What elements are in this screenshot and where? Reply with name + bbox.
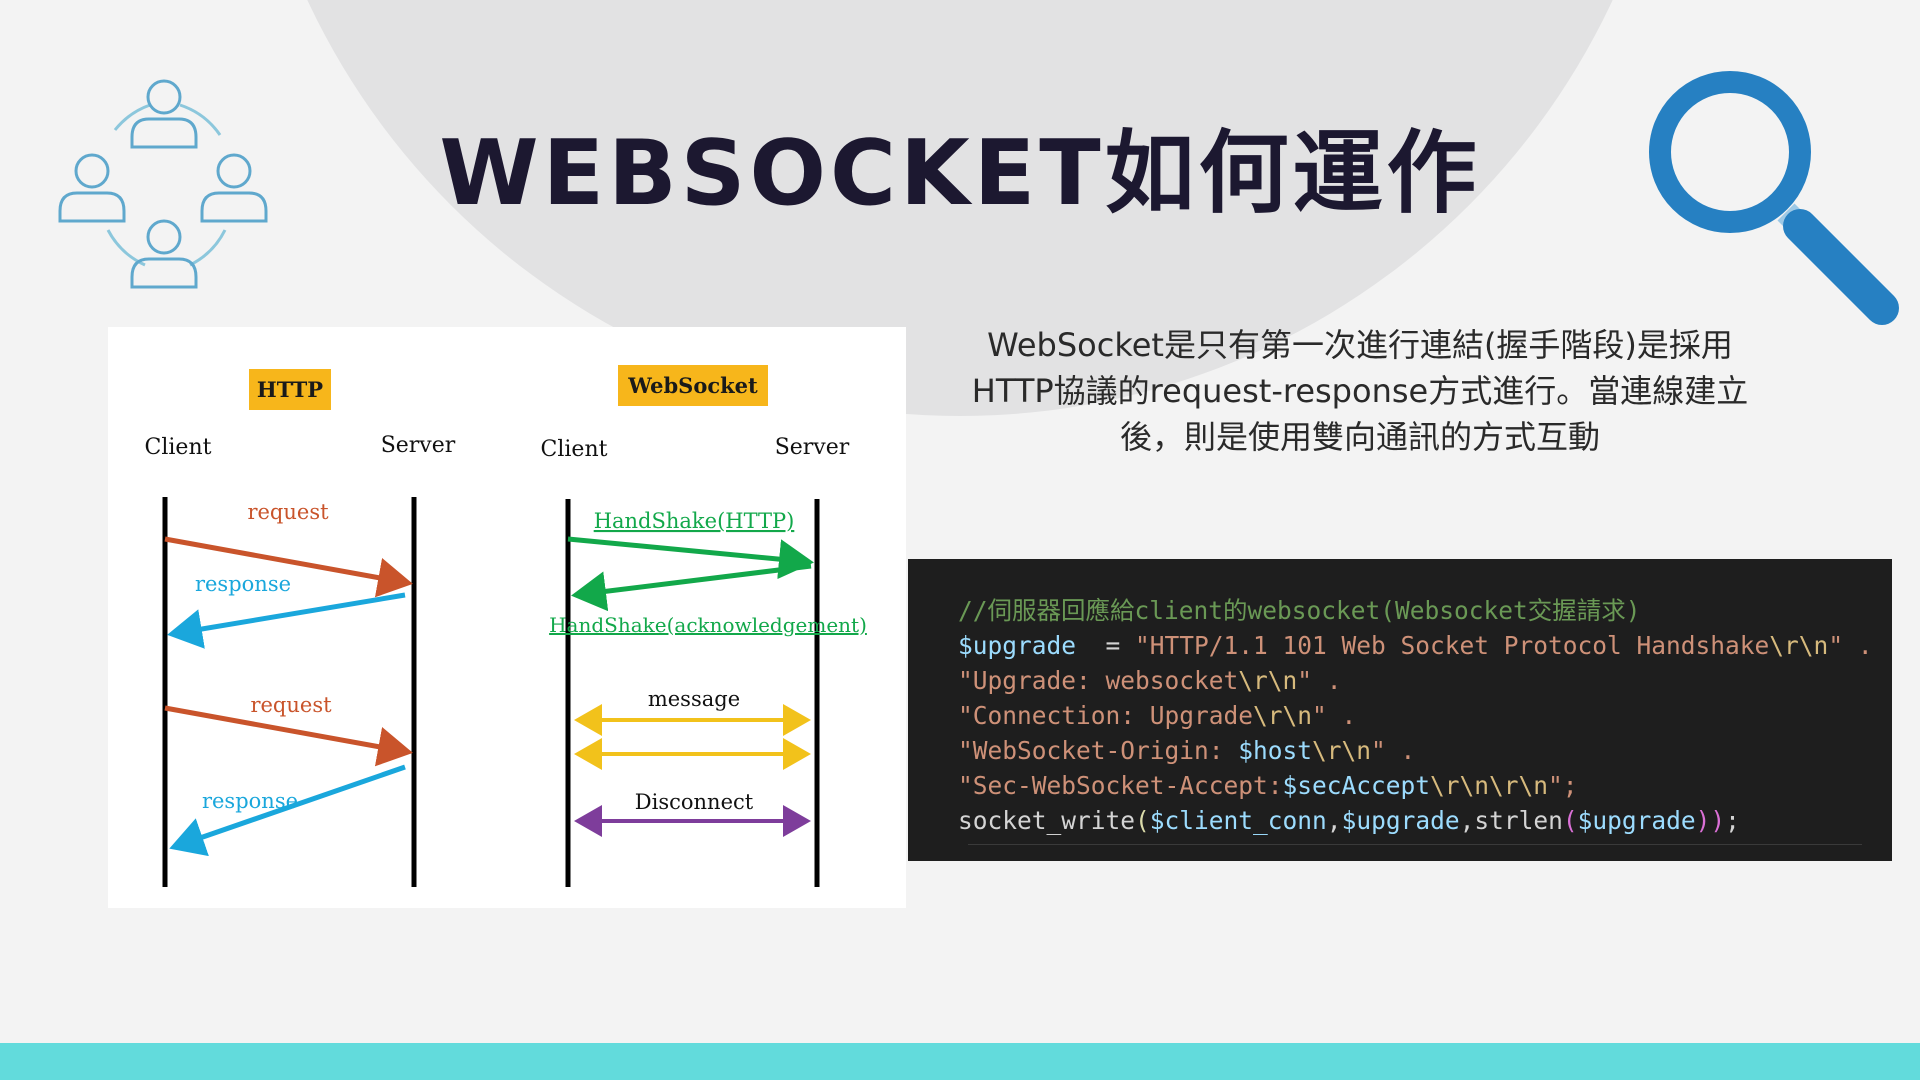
handshake-request-arrow <box>567 536 814 580</box>
message-label: message <box>648 687 740 711</box>
description-text: WebSocket是只有第一次進行連結(握手階段)是採用HTTP協議的reque… <box>971 326 1749 456</box>
page-title: WEBSOCKET如何運作 <box>439 121 1481 226</box>
code-token: "HTTP/1.1 101 Web Socket Protocol Handsh… <box>1135 631 1770 660</box>
http-label: HTTP <box>257 377 323 402</box>
code-token: $upgrade <box>958 631 1077 660</box>
response-arrow-1 <box>167 592 406 649</box>
code-token: \r\n <box>1253 701 1313 730</box>
code-comment: //伺服器回應給client的websocket(Websocket交握請求) <box>958 596 1641 625</box>
code-token: $upgrade <box>1577 806 1696 835</box>
code-token: , <box>1459 806 1475 835</box>
code-token: " . <box>1312 701 1357 730</box>
sequence-diagram-svg: HTTP WebSocket Client Server Client Serv… <box>145 365 867 887</box>
code-token: $upgrade <box>1341 806 1460 835</box>
code-token: $secAccept <box>1282 771 1431 800</box>
http-client-header: Client <box>145 435 212 460</box>
code-divider <box>968 844 1862 845</box>
code-token: )) <box>1695 806 1726 835</box>
ws-client-header: Client <box>541 437 608 462</box>
code-token: ( <box>1135 806 1150 835</box>
code-token: \r\n\r\n <box>1430 771 1549 800</box>
code-token: "Sec-WebSocket-Accept: <box>958 771 1283 800</box>
code-token: " . <box>1371 736 1416 765</box>
websocket-label: WebSocket <box>627 373 758 398</box>
code-token: strlen <box>1474 806 1563 835</box>
code-token: ; <box>1725 806 1740 835</box>
code-snippet-panel: //伺服器回應給client的websocket(Websocket交握請求) … <box>908 559 1892 861</box>
code-token: " . <box>1828 631 1873 660</box>
code-token: , <box>1326 806 1342 835</box>
disconnect-label: Disconnect <box>635 790 754 814</box>
code-token: "Upgrade: websocket <box>958 666 1239 695</box>
ws-server-header: Server <box>775 435 850 460</box>
request-label-2: request <box>250 693 332 717</box>
code-token: socket_write <box>958 806 1136 835</box>
code-token: ( <box>1562 806 1578 835</box>
code-token: $client_conn <box>1149 806 1327 835</box>
code-snippet: //伺服器回應給client的websocket(Websocket交握請求) … <box>958 593 1873 838</box>
http-server-header: Server <box>381 433 456 458</box>
bottom-accent-bar <box>0 1043 1920 1080</box>
code-token: "WebSocket-Origin: <box>958 736 1239 765</box>
code-token: $host <box>1238 736 1313 765</box>
code-token: \r\n <box>1769 631 1829 660</box>
code-token: \r\n <box>1312 736 1372 765</box>
handshake-http-label: HandShake(HTTP) <box>594 509 795 533</box>
response-label-1: response <box>195 572 291 596</box>
code-token: "Connection: Upgrade <box>958 701 1254 730</box>
code-token: \r\n <box>1238 666 1298 695</box>
handshake-ack-arrow <box>571 563 812 612</box>
code-token: " . <box>1297 666 1342 695</box>
code-token: = <box>1076 631 1136 660</box>
code-token: "; <box>1548 771 1578 800</box>
request-label-1: request <box>247 500 329 524</box>
http-vs-websocket-diagram: HTTP WebSocket Client Server Client Serv… <box>108 327 906 908</box>
handshake-ack-label: HandShake(acknowledgement) <box>549 613 867 637</box>
